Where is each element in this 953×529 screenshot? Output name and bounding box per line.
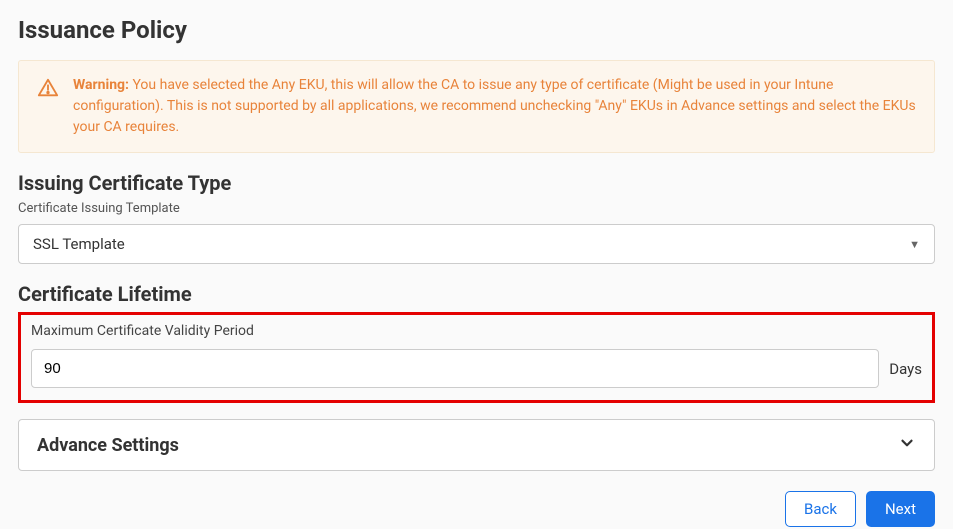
back-button[interactable]: Back [785,491,856,527]
caret-down-icon: ▼ [909,238,920,251]
validity-label: Maximum Certificate Validity Period [31,323,922,339]
warning-label: Warning: [73,77,129,93]
validity-highlight-box: Maximum Certificate Validity Period Days [18,312,935,403]
warning-body: You have selected the Any EKU, this will… [73,77,916,135]
chevron-down-icon [898,434,916,456]
warning-icon [37,77,59,99]
issuing-type-heading: Issuing Certificate Type [18,171,935,195]
advance-settings-label: Advance Settings [37,435,179,456]
template-select-value: SSL Template [33,235,125,253]
lifetime-heading: Certificate Lifetime [18,282,935,306]
page-title: Issuance Policy [18,16,935,44]
next-button[interactable]: Next [866,491,935,527]
validity-input[interactable] [31,349,879,388]
advance-settings-toggle[interactable]: Advance Settings [18,419,935,471]
template-select[interactable]: SSL Template ▼ [18,224,935,264]
button-row: Back Next [18,491,935,527]
warning-banner: Warning: You have selected the Any EKU, … [18,60,935,153]
template-label: Certificate Issuing Template [18,201,935,216]
warning-text: Warning: You have selected the Any EKU, … [73,75,916,138]
validity-unit: Days [889,360,922,378]
